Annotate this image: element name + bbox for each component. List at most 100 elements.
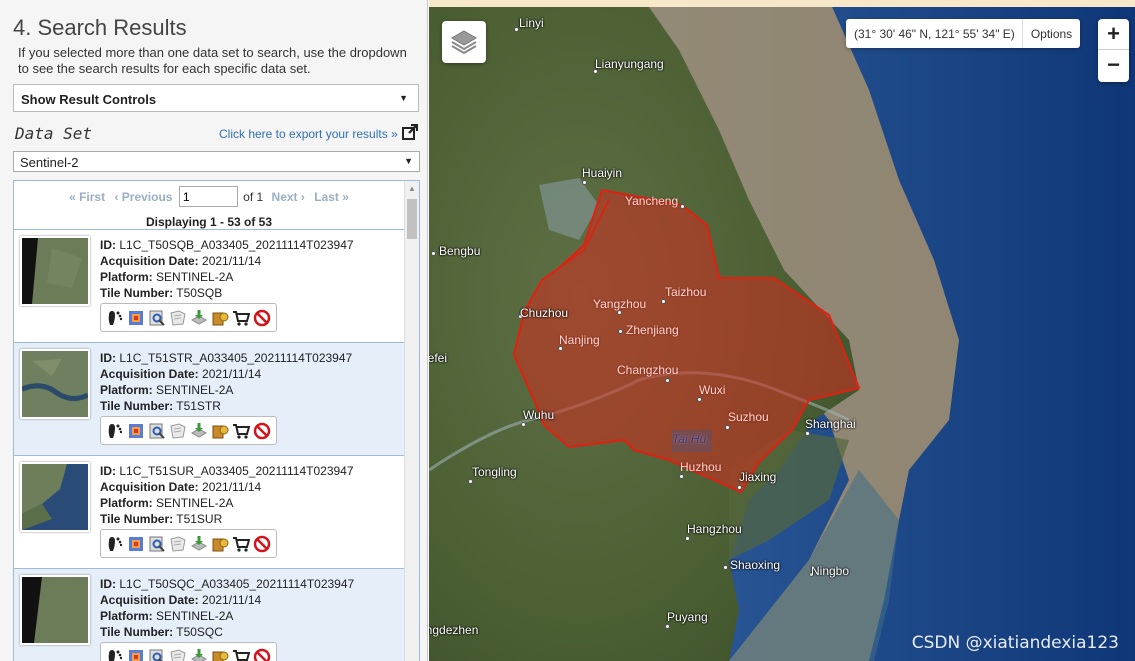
city-label: Hefei [429,351,448,365]
compare-icon[interactable] [169,648,187,661]
compare-icon[interactable] [169,309,187,327]
id-label: ID: [100,238,116,252]
city-marker [737,485,742,490]
export-results-link[interactable]: Click here to export your results » [219,127,398,141]
tile-label: Tile Number: [100,625,174,639]
overlay-icon[interactable] [127,422,145,440]
tile-label: Tile Number: [100,399,174,413]
result-thumbnail[interactable] [20,236,90,306]
result-thumbnail[interactable] [20,575,90,645]
city-label: Jingdezhen [429,623,479,637]
city-marker [697,397,702,402]
cart-icon[interactable] [232,648,250,661]
result-item[interactable]: ID: L1C_T51SUR_A033405_20211114T023947 Ac… [14,455,404,568]
download-icon[interactable] [190,535,208,553]
compare-icon[interactable] [169,422,187,440]
cart-icon[interactable] [232,309,250,327]
results-list: « First ‹ Previous of 1 Next › Last » Di… [13,180,420,661]
scrollbar-thumb[interactable] [407,199,417,239]
city-label: Huaiyin [582,166,623,180]
city-label: Linyi [519,16,544,30]
city-marker [661,299,666,304]
city-label: Wuxi [699,383,726,397]
order-icon[interactable] [211,422,229,440]
city-marker [582,180,587,185]
satellite-map [429,0,1135,661]
exclude-icon[interactable] [253,648,271,661]
page-count: of 1 [243,189,264,204]
order-icon[interactable] [211,309,229,327]
exclude-icon[interactable] [253,535,271,553]
scroll-up-icon[interactable]: ▲ [408,184,416,193]
platform-label: Platform: [100,496,153,510]
result-metadata: ID: L1C_T50SQC_A033405_20211114T023947 Ac… [100,576,354,640]
acquisition-label: Acquisition Date: [100,480,199,494]
options-button[interactable]: Options [1022,19,1080,48]
metadata-icon[interactable] [148,535,166,553]
city-label: Shanghai [805,417,856,431]
dataset-select[interactable]: Sentinel-2 ▼ [13,151,420,172]
first-page-link[interactable]: « First [69,190,105,204]
footprint-icon[interactable] [106,535,124,553]
metadata-icon[interactable] [148,309,166,327]
order-icon[interactable] [211,535,229,553]
previous-page-link[interactable]: ‹ Previous [114,190,172,204]
result-platform: SENTINEL-2A [156,270,234,284]
compare-icon[interactable] [169,535,187,553]
city-marker [521,422,526,427]
displaying-suffix: of 53 [244,215,273,229]
result-thumbnail[interactable] [20,462,90,532]
result-platform: SENTINEL-2A [156,496,234,510]
id-label: ID: [100,577,116,591]
results-scrollbar[interactable]: ▲ [404,181,419,661]
metadata-icon[interactable] [148,648,166,661]
exclude-icon[interactable] [253,309,271,327]
zoom-in-button[interactable]: + [1098,19,1129,50]
order-icon[interactable] [211,648,229,661]
download-icon[interactable] [190,422,208,440]
result-actions-toolbar [100,416,277,445]
coordinate-readout: (31° 30' 46" N, 121° 55' 34" E) [854,27,1015,41]
download-icon[interactable] [190,309,208,327]
map-view[interactable]: Linyi Lianyungang Huaiyin Yancheng Bengbu Chu… [429,0,1135,661]
cart-icon[interactable] [232,422,250,440]
zoom-out-button[interactable]: − [1098,50,1129,81]
result-id: L1C_T50SQC_A033405_20211114T023947 [119,577,355,591]
metadata-icon[interactable] [148,422,166,440]
layer-switcher-button[interactable] [442,21,486,63]
city-label: Yangzhou [593,297,647,311]
city-marker [665,378,670,383]
result-id: L1C_T50SQB_A033405_20211114T023947 [119,238,354,252]
next-page-link[interactable]: Next › [272,190,305,204]
overlay-icon[interactable] [127,648,145,661]
last-page-link[interactable]: Last » [314,190,349,204]
footprint-icon[interactable] [106,422,124,440]
city-label: Jiaxing [739,470,777,484]
external-link-icon[interactable] [402,123,419,140]
result-metadata: ID: L1C_T51STR_A033405_20211114T023947 Ac… [100,350,352,414]
tile-label: Tile Number: [100,286,174,300]
result-platform: SENTINEL-2A [156,609,234,623]
result-item[interactable]: ID: L1C_T50SQB_A033405_20211114T023947 Ac… [14,229,404,342]
exclude-icon[interactable] [253,422,271,440]
city-label: Wuhu [523,408,555,422]
footprint-icon[interactable] [106,309,124,327]
displaying-prefix: Displaying [145,215,207,229]
footprint-icon[interactable] [106,648,124,661]
result-thumbnail[interactable] [20,349,90,419]
download-icon[interactable] [190,648,208,661]
city-marker [618,329,623,334]
pagination: « First ‹ Previous of 1 Next › Last » [14,186,404,207]
overlay-icon[interactable] [127,309,145,327]
cart-icon[interactable] [232,535,250,553]
zoom-control: + − [1098,19,1129,82]
result-item[interactable]: ID: L1C_T50SQC_A033405_20211114T023947 Ac… [14,568,404,661]
city-marker [431,251,436,256]
city-marker [725,425,730,430]
overlay-icon[interactable] [127,535,145,553]
page-number-input[interactable] [178,186,238,207]
result-item[interactable]: ID: L1C_T51STR_A033405_20211114T023947 Ac… [14,342,404,455]
city-label: Chuzhou [520,306,569,320]
platform-label: Platform: [100,609,153,623]
result-controls-dropdown[interactable]: Show Result Controls ▼ [13,84,419,112]
